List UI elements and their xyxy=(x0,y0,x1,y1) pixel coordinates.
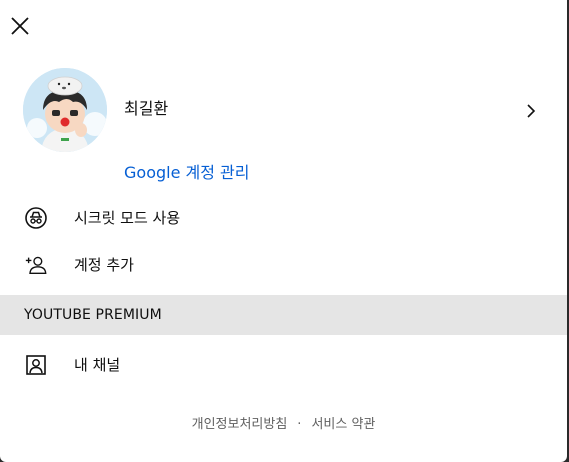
account-menu-panel: 최길환 Google 계정 관리 시크릿 모드 사용 계정 추가 YOUTUBE… xyxy=(0,0,567,462)
terms-of-service-link[interactable]: 서비스 약관 xyxy=(311,417,375,432)
menu-item-incognito[interactable]: 시크릿 모드 사용 xyxy=(0,196,567,240)
incognito-icon xyxy=(24,206,48,230)
section-header-label: YOUTUBE PREMIUM xyxy=(24,307,162,323)
section-header-premium: YOUTUBE PREMIUM xyxy=(0,295,567,335)
menu-item-add-account[interactable]: 계정 추가 xyxy=(0,243,567,287)
close-icon xyxy=(11,17,29,35)
avatar-illustration xyxy=(23,68,107,152)
account-chevron-button[interactable] xyxy=(521,100,541,122)
channel-icon xyxy=(24,353,48,377)
account-name: 최길환 xyxy=(124,99,169,118)
menu-item-label: 시크릿 모드 사용 xyxy=(74,209,181,227)
close-button[interactable] xyxy=(6,12,34,40)
menu-item-my-channel[interactable]: 내 채널 xyxy=(0,343,567,387)
privacy-policy-link[interactable]: 개인정보처리방침 xyxy=(192,417,288,432)
avatar[interactable] xyxy=(23,68,107,152)
chevron-right-icon xyxy=(527,104,536,118)
menu-item-label: 내 채널 xyxy=(74,356,121,374)
footer-separator: · xyxy=(297,417,302,432)
footer-links: 개인정보처리방침 · 서비스 약관 xyxy=(0,416,567,434)
menu-item-label: 계정 추가 xyxy=(74,256,134,274)
add-account-icon xyxy=(24,253,48,277)
manage-google-account-link[interactable]: Google 계정 관리 xyxy=(124,162,249,184)
